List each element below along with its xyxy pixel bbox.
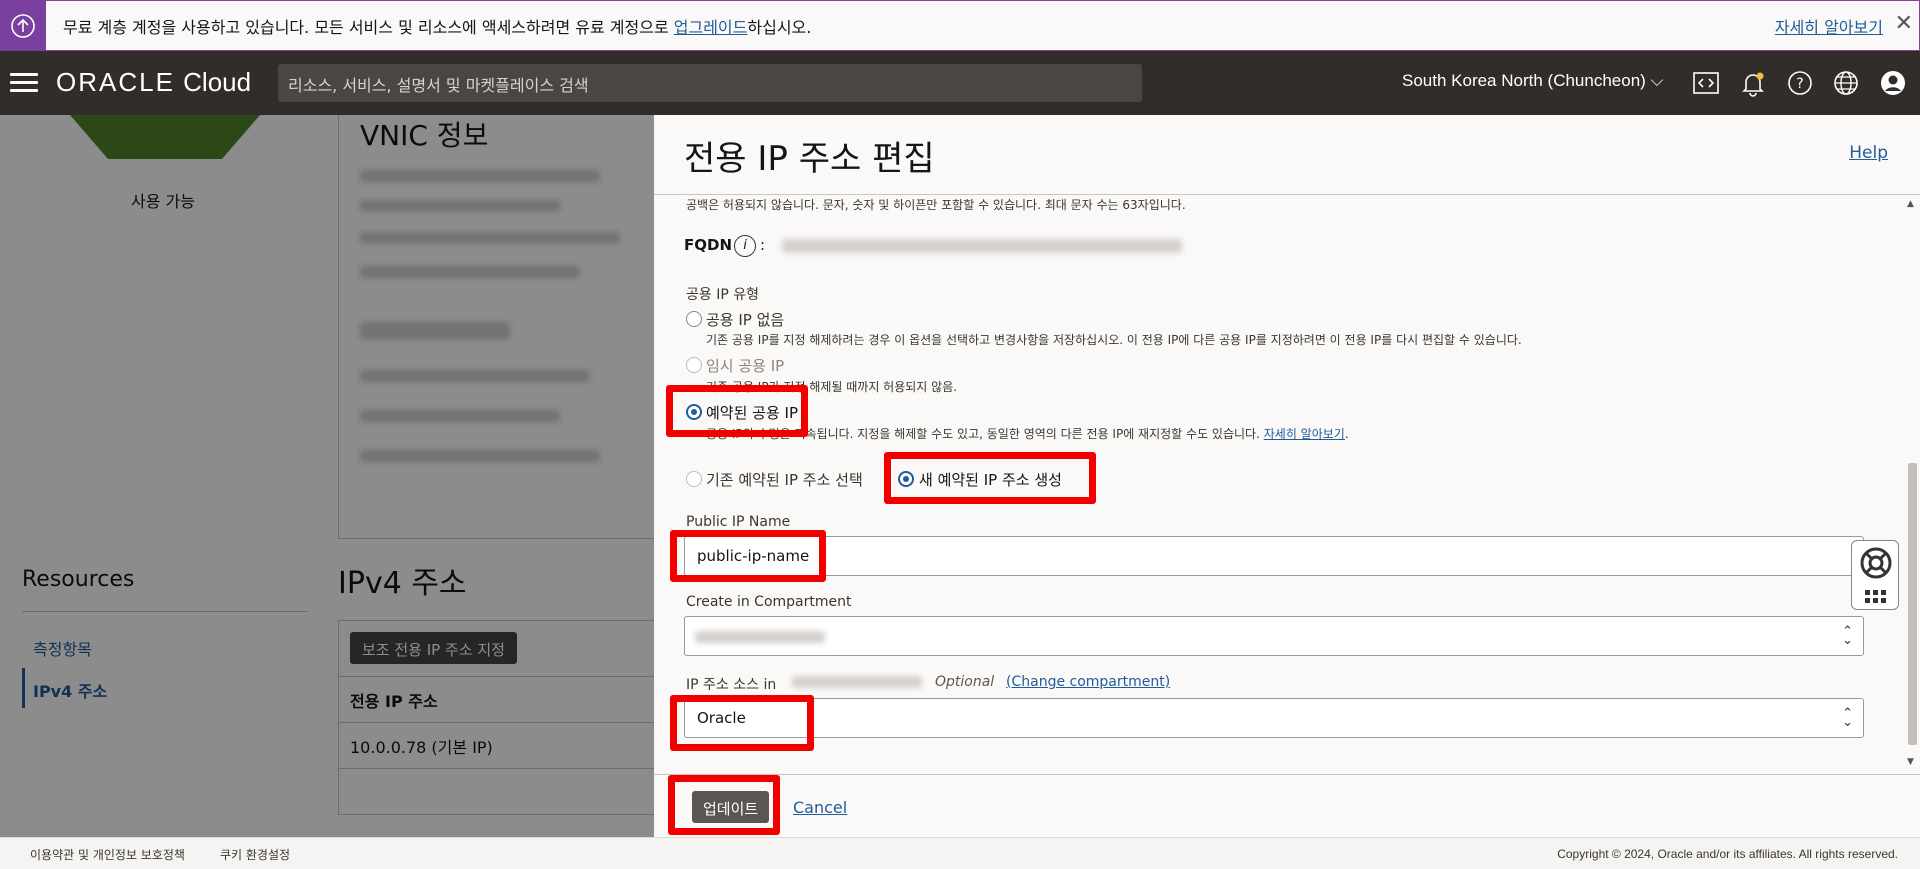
radio-no-public-ip[interactable]	[686, 311, 702, 327]
hamburger-menu-icon[interactable]	[10, 73, 38, 93]
public-ip-type-label: 공용 IP 유형	[686, 287, 759, 303]
public-ip-name-label: Public IP Name	[686, 514, 791, 530]
select-arrows-icon: ⌃ ⌄	[1842, 706, 1853, 730]
search-input[interactable]: 리소스, 서비스, 설명서 및 마켓플레이스 검색	[278, 64, 1142, 102]
close-icon[interactable]: ✕	[1895, 13, 1913, 35]
radio-existing-reserved-ip[interactable]	[686, 471, 702, 487]
public-ip-name-input[interactable]: public-ip-name	[684, 536, 1864, 576]
region-selector[interactable]: South Korea North (Chuncheon) ⌵	[1402, 71, 1663, 91]
divider	[654, 774, 1920, 775]
reserved-ip-learn-more-link[interactable]: 자세히 알아보기	[1264, 427, 1345, 441]
cookie-preferences-link[interactable]: 쿠키 환경설정	[220, 846, 290, 863]
ip-source-select[interactable]: Oracle ⌃ ⌄	[684, 698, 1864, 738]
select-arrows-icon: ⌃ ⌄	[1842, 624, 1853, 648]
highlight-box-reserved-ip	[666, 385, 808, 437]
info-icon[interactable]: i	[734, 235, 756, 257]
fqdn-label: FQDN	[684, 236, 733, 254]
free-tier-banner: 무료 계층 계정을 사용하고 있습니다. 모든 서비스 및 리소스에 액세스하려…	[0, 0, 1920, 51]
highlight-box-public-ip-name	[670, 530, 826, 582]
existing-reserved-ip-label: 기존 예약된 IP 주소 선택	[706, 471, 863, 489]
help-icon[interactable]: ?	[1786, 69, 1814, 97]
page-footer: 이용약관 및 개인정보 보호정책 쿠키 환경설정 Copyright © 202…	[0, 837, 1920, 869]
compartment-label: Create in Compartment	[686, 594, 852, 610]
redacted-compartment-name	[792, 676, 922, 688]
radio-ephemeral-public-ip	[686, 357, 702, 373]
edit-private-ip-drawer: 전용 IP 주소 편집 Help 공백은 허용되지 않습니다. 문자, 숫자 및…	[654, 115, 1920, 837]
terms-link[interactable]: 이용약관 및 개인정보 보호정책	[30, 846, 185, 863]
drawer-scrollbar[interactable]: ▲ ▼	[1904, 195, 1920, 773]
notifications-bell-icon[interactable]	[1739, 69, 1767, 97]
banner-learn-more-link[interactable]: 자세히 알아보기	[1775, 14, 1883, 38]
redacted-compartment	[695, 631, 825, 643]
oracle-cloud-logo[interactable]: ORACLE Cloud	[56, 67, 251, 98]
lifebuoy-icon	[1860, 547, 1892, 603]
ephemeral-public-ip-label: 임시 공용 IP	[706, 357, 785, 375]
language-globe-icon[interactable]	[1832, 69, 1860, 97]
chevron-down-icon: ⌵	[1650, 71, 1664, 90]
help-link[interactable]: Help	[1849, 143, 1888, 163]
highlight-box-update	[668, 775, 780, 835]
no-public-ip-desc: 기존 공용 IP를 지정 해제하려는 경우 이 옵션을 선택하고 변경사항을 저…	[706, 333, 1522, 347]
console-header: ORACLE Cloud 리소스, 서비스, 설명서 및 마켓플레이스 검색 S…	[0, 51, 1920, 115]
modal-overlay[interactable]	[0, 115, 654, 837]
svg-text:?: ?	[1796, 76, 1803, 92]
help-widget[interactable]	[1851, 540, 1899, 610]
optional-label: Optional	[935, 674, 995, 690]
cloud-shell-icon[interactable]	[1692, 69, 1720, 97]
cancel-link[interactable]: Cancel	[793, 798, 847, 817]
change-compartment-link[interactable]: (Change compartment)	[1006, 674, 1170, 690]
copyright-text: Copyright © 2024, Oracle and/or its affi…	[1557, 847, 1898, 861]
scroll-up-arrow-icon[interactable]: ▲	[1907, 199, 1914, 209]
scroll-down-arrow-icon[interactable]: ▼	[1907, 757, 1914, 767]
ip-source-label: IP 주소 소스 in	[686, 677, 777, 693]
no-public-ip-label: 공용 IP 없음	[706, 311, 785, 329]
upgrade-arrow-icon	[0, 0, 46, 51]
hostname-hint: 공백은 허용되지 않습니다. 문자, 숫자 및 하이픈만 포함할 수 있습니다.…	[686, 198, 1186, 212]
redacted-fqdn	[782, 239, 1182, 253]
banner-message: 무료 계층 계정을 사용하고 있습니다. 모든 서비스 및 리소스에 액세스하려…	[63, 17, 812, 37]
drawer-title: 전용 IP 주소 편집	[684, 139, 935, 179]
highlight-box-ip-source	[670, 695, 814, 751]
highlight-box-new-reserved-ip	[884, 452, 1096, 504]
upgrade-link[interactable]: 업그레이드	[674, 18, 748, 37]
user-profile-icon[interactable]	[1879, 69, 1907, 97]
scrollbar-thumb[interactable]	[1908, 463, 1917, 745]
compartment-select[interactable]: ⌃ ⌄	[684, 616, 1864, 656]
